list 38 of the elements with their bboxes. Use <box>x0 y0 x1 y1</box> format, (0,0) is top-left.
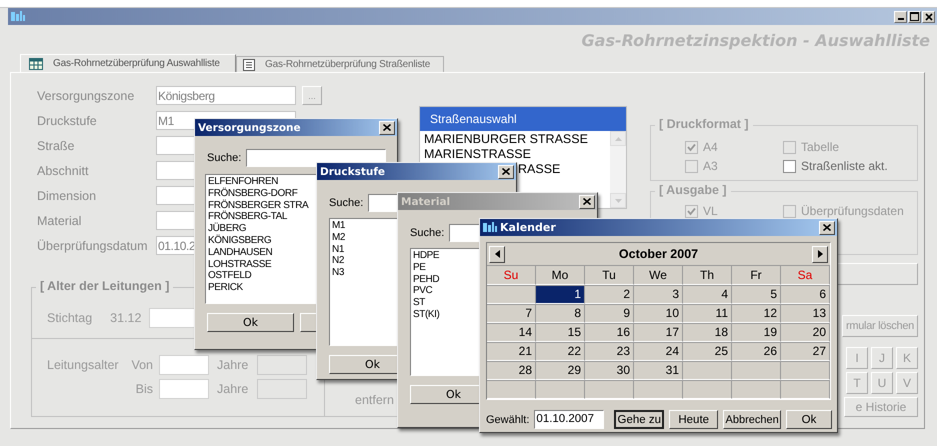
dialog-title: Versorgungszone <box>198 122 301 134</box>
field-label: Straße <box>37 138 76 152</box>
list-header: Straßenauswahl <box>420 107 626 131</box>
field-label: Versorgungszone <box>37 88 136 102</box>
weekday-header: Su <box>487 265 536 285</box>
option-label: entfern <box>355 393 394 407</box>
checkbox-label: VL <box>703 204 718 218</box>
field-label: Druckstufe <box>37 114 98 128</box>
checkbox-label: A3 <box>703 159 718 173</box>
field-label: Abschnitt <box>37 164 90 178</box>
field-label: Dimension <box>37 188 98 202</box>
stichtag-label: Stichtag <box>47 311 92 325</box>
checkbox-label: Tabelle <box>801 140 840 154</box>
weekday-header: Fr <box>732 265 781 285</box>
weekday-header: We <box>634 265 683 285</box>
from-label: Von <box>130 358 153 372</box>
checkbox-label: Straßenliste akt. <box>801 159 888 173</box>
to-label: Bis <box>134 382 153 396</box>
month-title: October 2007 <box>618 247 698 261</box>
group-title: [ Ausgabe ] <box>655 183 731 197</box>
search-label: Suche: <box>207 152 242 164</box>
dialog-title: Kalender <box>500 221 557 234</box>
search-label: Suche: <box>410 227 444 239</box>
group-title: [ Druckformat ] <box>655 117 753 131</box>
weekday-header: Tu <box>585 265 634 285</box>
unit-label: Jahre <box>217 358 250 372</box>
date-prefix: 31.12 <box>110 311 142 325</box>
chosen-label: Gewählt: <box>486 414 530 426</box>
weekday-header: Sa <box>781 265 830 285</box>
field-label: Material <box>37 214 82 228</box>
group-title: [ Alter der Leitungen ] <box>36 279 174 293</box>
checkbox-label: Überprüfungsdaten <box>801 204 904 218</box>
unit-label: Jahre <box>217 382 250 396</box>
search-label: Suche: <box>329 197 364 209</box>
field-label: Überprüfungsdatum <box>37 238 148 252</box>
checkbox-label: A4 <box>703 140 718 154</box>
age-label: Leitungsalter <box>47 358 120 372</box>
weekday-header: Th <box>683 265 732 285</box>
